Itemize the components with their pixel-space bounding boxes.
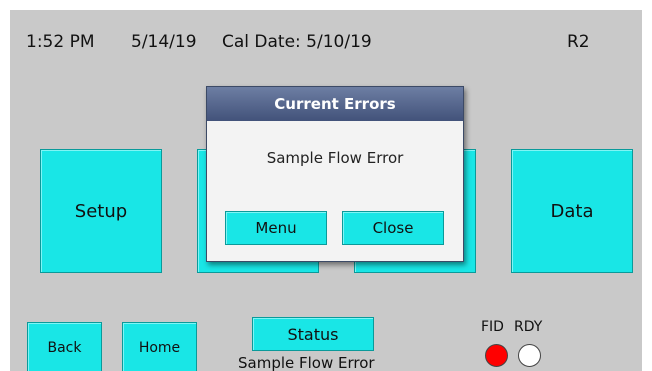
data-tile[interactable]: Data [511, 149, 633, 273]
data-tile-label: Data [550, 200, 594, 222]
home-button-label: Home [138, 339, 181, 356]
close-button[interactable]: Close [342, 211, 444, 245]
status-button[interactable]: Status [252, 317, 374, 351]
current-date: 5/14/19 [131, 32, 197, 52]
cal-date: Cal Date: 5/10/19 [222, 32, 372, 52]
back-button[interactable]: Back [27, 322, 102, 371]
back-button-label: Back [47, 339, 82, 356]
home-button[interactable]: Home [122, 322, 197, 371]
menu-button-label: Menu [255, 219, 297, 237]
setup-tile-label: Setup [74, 200, 128, 222]
clock-time: 1:52 PM [26, 32, 95, 52]
rdy-label: RDY [514, 319, 543, 335]
range-indicator: R2 [567, 32, 590, 52]
close-button-label: Close [372, 219, 414, 237]
fid-indicator-light [485, 344, 508, 367]
status-button-label: Status [287, 324, 339, 344]
dialog-title: Current Errors [207, 87, 463, 121]
fid-label: FID [481, 319, 504, 335]
setup-tile[interactable]: Setup [40, 149, 162, 273]
menu-button[interactable]: Menu [225, 211, 327, 245]
dialog-error-message: Sample Flow Error [266, 149, 404, 167]
rdy-indicator-light [518, 344, 541, 367]
current-errors-dialog: Current Errors Sample Flow Error Menu Cl… [206, 86, 464, 262]
instrument-screen: 1:52 PM 5/14/19 Cal Date: 5/10/19 R2 Set… [10, 10, 642, 371]
status-message: Sample Flow Error [238, 354, 375, 371]
